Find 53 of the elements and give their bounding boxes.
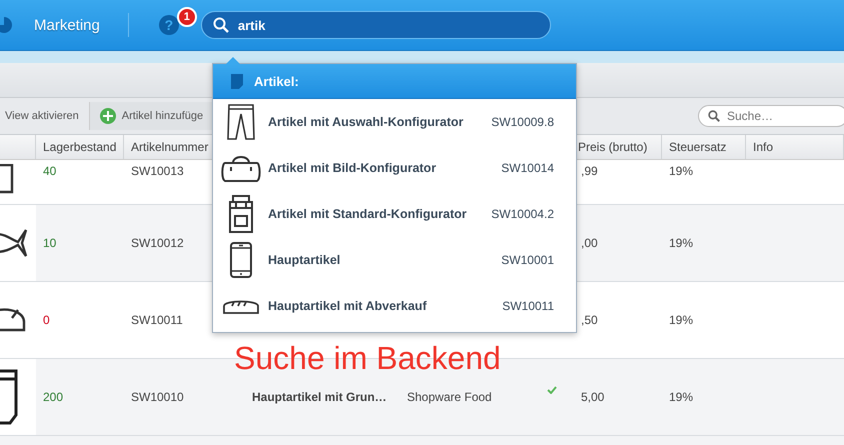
column-header[interactable]: Info: [753, 140, 774, 154]
column-header[interactable]: Lagerbestand: [43, 140, 116, 154]
article-number: SW10012: [131, 236, 184, 250]
search-icon: [708, 110, 720, 122]
caption-text: Suche im Backend: [234, 340, 501, 377]
tax-rate: 19%: [669, 164, 694, 178]
search-result-item[interactable]: Artikel mit Bild-Konfigurator SW10014: [213, 145, 576, 191]
dropdown-pointer: [226, 57, 240, 64]
result-article-number: SW10014: [501, 161, 555, 175]
supplier-name: Shopware Food: [407, 390, 492, 404]
notification-badge: 1: [176, 7, 197, 27]
add-article-button[interactable]: Artikel hinzufüge: [90, 102, 214, 130]
result-article-number: SW10009.8: [491, 115, 555, 129]
stock-count: 40: [43, 164, 56, 178]
tax-rate: 19%: [669, 390, 694, 404]
price: 5,00: [581, 390, 604, 404]
article-name: Hauptartikel mit Grun…: [252, 390, 387, 404]
results-group-title: Artikel:: [254, 74, 299, 88]
result-article-number: SW10001: [501, 253, 555, 267]
pie-chart-icon[interactable]: [0, 15, 14, 35]
result-name: Hauptartikel: [268, 253, 342, 267]
article-number: SW10013: [131, 164, 184, 178]
search-result-item[interactable]: Artikel mit Auswahl-Konfigurator SW10009.8: [213, 99, 576, 145]
result-name: Artikel mit Bild-Konfigurator: [268, 161, 438, 175]
column-header[interactable]: Preis (brutto): [578, 140, 648, 154]
search-result-item[interactable]: Artikel mit Standard-Konfigurator SW10004.2: [213, 191, 576, 237]
trousers-icon: [226, 104, 256, 140]
bag-icon: [220, 153, 260, 183]
stock-count: 200: [43, 390, 64, 404]
global-search-field[interactable]: artik: [200, 11, 551, 39]
plus-icon: [100, 108, 116, 124]
price: ,50: [581, 313, 598, 327]
result-name: Hauptartikel mit Abverkauf: [268, 299, 428, 313]
price: ,00: [581, 236, 598, 250]
smartphone-icon: [230, 242, 252, 278]
stock-count: 10: [43, 236, 56, 250]
result-name: Artikel mit Auswahl-Konfigurator: [268, 115, 464, 129]
search-result-item[interactable]: Hauptartikel mit Abverkauf SW10011: [213, 283, 576, 329]
tax-rate: 19%: [669, 313, 694, 327]
document-icon: [231, 74, 243, 88]
search-result-item[interactable]: Hauptartikel SW10001: [213, 237, 576, 283]
price: ,99: [581, 164, 598, 178]
result-article-number: SW10011: [502, 299, 555, 313]
column-header[interactable]: Artikelnummer: [131, 140, 208, 154]
article-number: SW10011: [131, 313, 183, 327]
search-icon: [212, 17, 229, 33]
stock-count: 0: [43, 313, 50, 327]
search-field[interactable]: Suche…: [698, 105, 844, 127]
column-header[interactable]: Steuersatz: [669, 140, 726, 154]
result-name: Artikel mit Standard-Konfigurator: [268, 207, 468, 221]
tax-rate: 19%: [669, 236, 694, 250]
article-number: SW10010: [131, 390, 184, 404]
result-article-number: SW10004.2: [491, 207, 555, 221]
